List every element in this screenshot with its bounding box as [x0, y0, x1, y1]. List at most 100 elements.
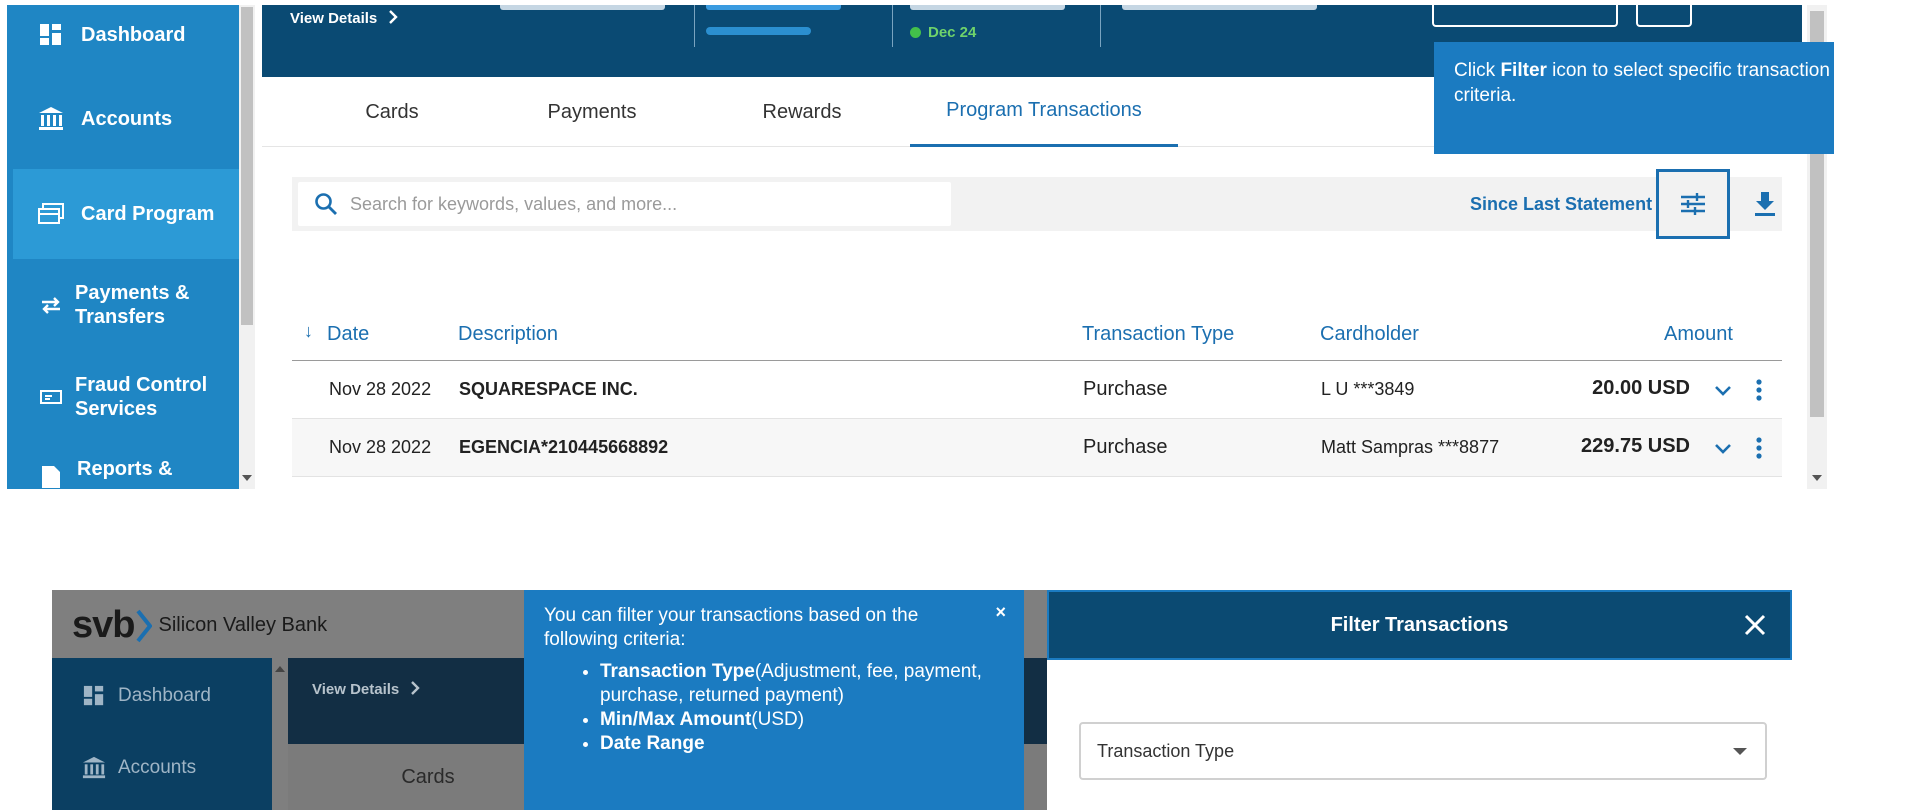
cards-icon — [37, 200, 65, 228]
scroll-up-arrow-icon[interactable] — [275, 666, 285, 672]
sidebar-item-dashboard[interactable]: Dashboard — [7, 5, 239, 65]
list-item: Min/Max Amount(USD) — [600, 708, 1004, 732]
scroll-down-arrow-icon[interactable] — [242, 475, 252, 481]
sidebar: Dashboard Accounts Card Program Payments… — [7, 5, 239, 489]
status-dot — [910, 27, 921, 38]
balance-figure-cropped — [500, 5, 670, 13]
header-divider — [892, 5, 893, 47]
sidebar-item-card-program[interactable]: Card Program — [13, 169, 239, 259]
points-figure-cropped — [1122, 5, 1322, 13]
chevron-right-icon — [411, 681, 421, 695]
header-divider — [694, 5, 695, 47]
sidebar: Dashboard Accounts — [52, 658, 272, 810]
svb-logo[interactable]: svb Silicon Valley Bank — [72, 604, 327, 647]
sort-down-arrow-icon[interactable]: ↓ — [304, 321, 313, 342]
chevron-right-icon — [389, 10, 399, 24]
transfer-icon — [37, 291, 65, 319]
column-header-date[interactable]: Date — [327, 323, 369, 346]
sidebar-item-accounts[interactable]: Accounts — [7, 69, 239, 169]
close-icon[interactable] — [1742, 612, 1768, 638]
sidebar-item-reports[interactable]: Reports & — [7, 443, 239, 489]
top-screenshot-panel: Dashboard Accounts Card Program Payments… — [7, 5, 1834, 489]
cell-type: Purchase — [1083, 436, 1168, 458]
download-button[interactable] — [1752, 189, 1778, 219]
expand-chevron-icon[interactable] — [1714, 381, 1732, 402]
filter-criteria-tooltip: × You can filter your transactions based… — [524, 590, 1024, 810]
transaction-type-select[interactable]: Transaction Type — [1079, 722, 1767, 780]
column-header-cardholder[interactable]: Cardholder — [1320, 323, 1419, 346]
sidebar-item-label: Accounts — [81, 108, 173, 130]
tab-payments[interactable]: Payments — [492, 77, 692, 147]
search-icon — [314, 192, 338, 221]
sidebar-item-label: Dashboard — [118, 685, 211, 706]
more-options-button[interactable] — [1636, 5, 1692, 27]
view-details-link[interactable]: View Details — [290, 9, 399, 27]
sidebar-scrollbar[interactable] — [272, 658, 288, 810]
filter-panel-header: Filter Transactions — [1047, 590, 1792, 660]
column-header-transaction-type[interactable]: Transaction Type — [1082, 323, 1234, 346]
column-header-amount[interactable]: Amount — [1664, 323, 1733, 346]
sidebar-item-payments-transfers[interactable]: Payments & Transfers — [7, 259, 239, 351]
cell-amount: 229.75 USD — [1581, 435, 1690, 457]
header-divider — [1100, 5, 1101, 47]
credit-usage-bar — [706, 27, 811, 35]
filter-button[interactable] — [1656, 169, 1730, 239]
scroll-down-arrow-icon[interactable] — [1812, 475, 1822, 481]
cell-cardholder: L U ***3849 — [1321, 379, 1415, 399]
sidebar-item-label: Dashboard — [81, 24, 186, 46]
bank-icon — [37, 105, 65, 133]
dashboard-icon — [82, 684, 106, 708]
tab-cards[interactable]: Cards — [338, 744, 518, 810]
table-row[interactable]: Nov 28 2022 SQUARESPACE INC. Purchase L … — [292, 361, 1782, 419]
filter-sliders-icon — [1681, 193, 1705, 215]
table-header: ↓ Date Description Transaction Type Card… — [292, 311, 1782, 361]
cell-amount: 20.00 USD — [1592, 377, 1690, 399]
sidebar-item-label: Payments & Transfers — [75, 282, 190, 328]
table-row[interactable]: Nov 28 2022 EGENCIA*210445668892 Purchas… — [292, 419, 1782, 477]
sidebar-item-dashboard[interactable]: Dashboard — [52, 676, 272, 716]
period-dropdown[interactable]: Since Last Statement — [1470, 177, 1687, 231]
search-toolbar: Since Last Statement — [292, 169, 1782, 239]
kebab-menu-icon[interactable] — [1756, 437, 1762, 464]
bank-icon — [82, 756, 106, 780]
cell-description: EGENCIA*210445668892 — [459, 437, 669, 457]
download-icon — [1755, 192, 1775, 216]
tab-rewards[interactable]: Rewards — [702, 77, 902, 147]
cell-type: Purchase — [1083, 378, 1168, 400]
id-card-icon — [37, 383, 65, 411]
sidebar-scrollbar[interactable] — [239, 5, 255, 489]
filter-hint-tooltip: Click Filter icon to select specific tra… — [1434, 42, 1834, 154]
filter-transactions-panel: Filter Transactions Transaction Type — [1047, 590, 1792, 810]
sidebar-item-label: Reports & — [77, 458, 173, 480]
make-payment-button[interactable] — [1432, 5, 1618, 27]
available-figure-cropped — [706, 5, 846, 13]
bottom-screenshot-panel: svb Silicon Valley Bank Dashboard Accoun… — [52, 590, 1792, 810]
tab-cards[interactable]: Cards — [302, 77, 482, 147]
cell-description: SQUARESPACE INC. — [459, 379, 638, 399]
due-date: Dec 24 — [928, 24, 977, 41]
sidebar-item-fraud-control[interactable]: Fraud Control Services — [7, 351, 239, 443]
tooltip-intro: You can filter your transactions based o… — [544, 605, 919, 650]
tab-program-transactions[interactable]: Program Transactions — [910, 77, 1178, 147]
sidebar-item-label: Fraud Control Services — [75, 374, 208, 420]
dashboard-icon — [37, 21, 65, 49]
search-input[interactable] — [350, 182, 940, 226]
statement-figure-cropped — [910, 5, 1070, 13]
scrollbar-thumb[interactable] — [241, 7, 253, 325]
sidebar-item-label: Accounts — [118, 757, 197, 778]
view-details-link[interactable]: View Details — [312, 680, 421, 698]
list-item: Date Range — [600, 732, 1004, 756]
column-header-description[interactable]: Description — [458, 323, 558, 346]
cell-cardholder: Matt Sampras ***8877 — [1321, 437, 1500, 457]
kebab-menu-icon[interactable] — [1756, 379, 1762, 406]
cell-date: Nov 28 2022 — [329, 437, 432, 457]
expand-chevron-icon[interactable] — [1714, 439, 1732, 460]
transactions-table: ↓ Date Description Transaction Type Card… — [292, 311, 1782, 477]
svb-chevron-icon — [136, 609, 153, 642]
criteria-list: Transaction Type(Adjustment, fee, paymen… — [600, 660, 1004, 756]
caret-down-icon — [1733, 748, 1747, 755]
close-tooltip-button[interactable]: × — [995, 600, 1006, 624]
cell-date: Nov 28 2022 — [329, 379, 432, 399]
sidebar-item-label: Card Program — [81, 203, 215, 225]
sidebar-item-accounts[interactable]: Accounts — [52, 748, 272, 788]
